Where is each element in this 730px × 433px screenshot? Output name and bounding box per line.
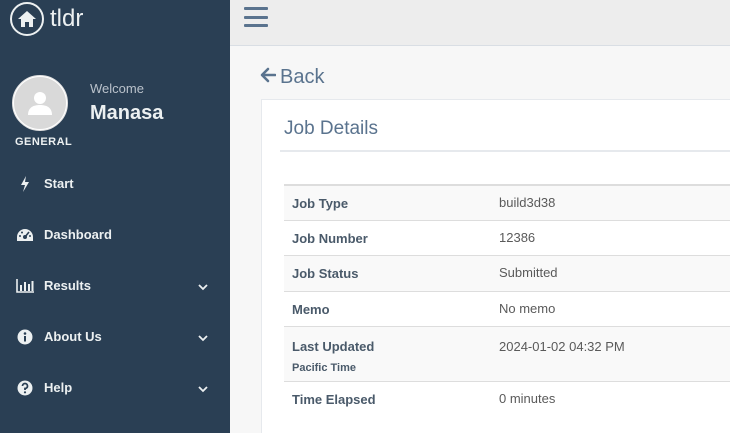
chevron-down-icon [198,279,208,294]
row-value: No memo [499,300,556,316]
table-row: Memo No memo [284,292,730,327]
row-value: build3d38 [499,194,556,210]
back-button[interactable]: Back [260,66,324,89]
row-label: Last Updated [292,339,375,354]
arrow-left-icon [260,66,277,89]
row-value: 2024-01-02 04:32 PM [499,339,625,354]
row-label: Job Number [292,230,368,246]
job-details-table: Job Type build3d38 Job Number 12386 Job … [284,184,730,417]
table-row: Job Number 12386 [284,221,730,256]
welcome-text: Welcome [90,81,144,96]
row-label: Job Type [292,195,349,211]
home-icon [10,2,44,36]
question-icon [15,379,35,397]
info-icon [15,328,35,346]
sidebar-item-label: Help [44,380,73,395]
table-row: Last Updated Pacific Time 2024-01-02 04:… [284,327,730,382]
dashboard-icon [15,226,35,244]
username: Manasa [90,102,164,124]
sidebar-item-label: Dashboard [44,227,112,242]
bolt-icon [15,175,35,193]
brand-name: tldr [50,5,84,32]
panel-title: Job Details [284,118,378,139]
sidebar-item-label: About Us [44,329,102,344]
sidebar-item-dashboard[interactable]: Dashboard [0,209,230,260]
sidebar-item-label: Results [44,278,91,293]
bar-chart-icon [15,277,35,295]
row-sublabel: Pacific Time [292,362,356,374]
table-row: Time Elapsed 0 minutes [284,382,730,417]
sidebar-item-label: Start [44,176,74,191]
row-label: Job Status [292,266,359,281]
row-label: Memo [292,301,330,317]
topbar [230,0,730,46]
sidebar: tldr Welcome Manasa GENERAL Start Dashbo… [0,0,230,433]
sidebar-item-results[interactable]: Results [0,260,230,311]
back-label: Back [280,66,325,88]
row-value: 12386 [499,229,536,245]
brand[interactable]: tldr [0,0,230,38]
chevron-down-icon [198,330,208,345]
sidebar-menu: Start Dashboard Results About Us Help [0,158,230,413]
table-row: Job Type build3d38 [284,186,730,221]
row-value: Submitted [499,265,558,280]
divider [280,150,730,152]
sidebar-item-start[interactable]: Start [0,158,230,209]
job-details-panel: Job Details Job Type build3d38 Job Numbe… [261,99,730,433]
table-row: Job Status Submitted [284,256,730,292]
sidebar-item-about-us[interactable]: About Us [0,311,230,362]
sidebar-item-help[interactable]: Help [0,362,230,413]
menu-toggle-icon[interactable] [244,7,268,27]
row-label: Time Elapsed [292,392,376,407]
row-value: 0 minutes [499,391,556,406]
chevron-down-icon [198,381,208,396]
